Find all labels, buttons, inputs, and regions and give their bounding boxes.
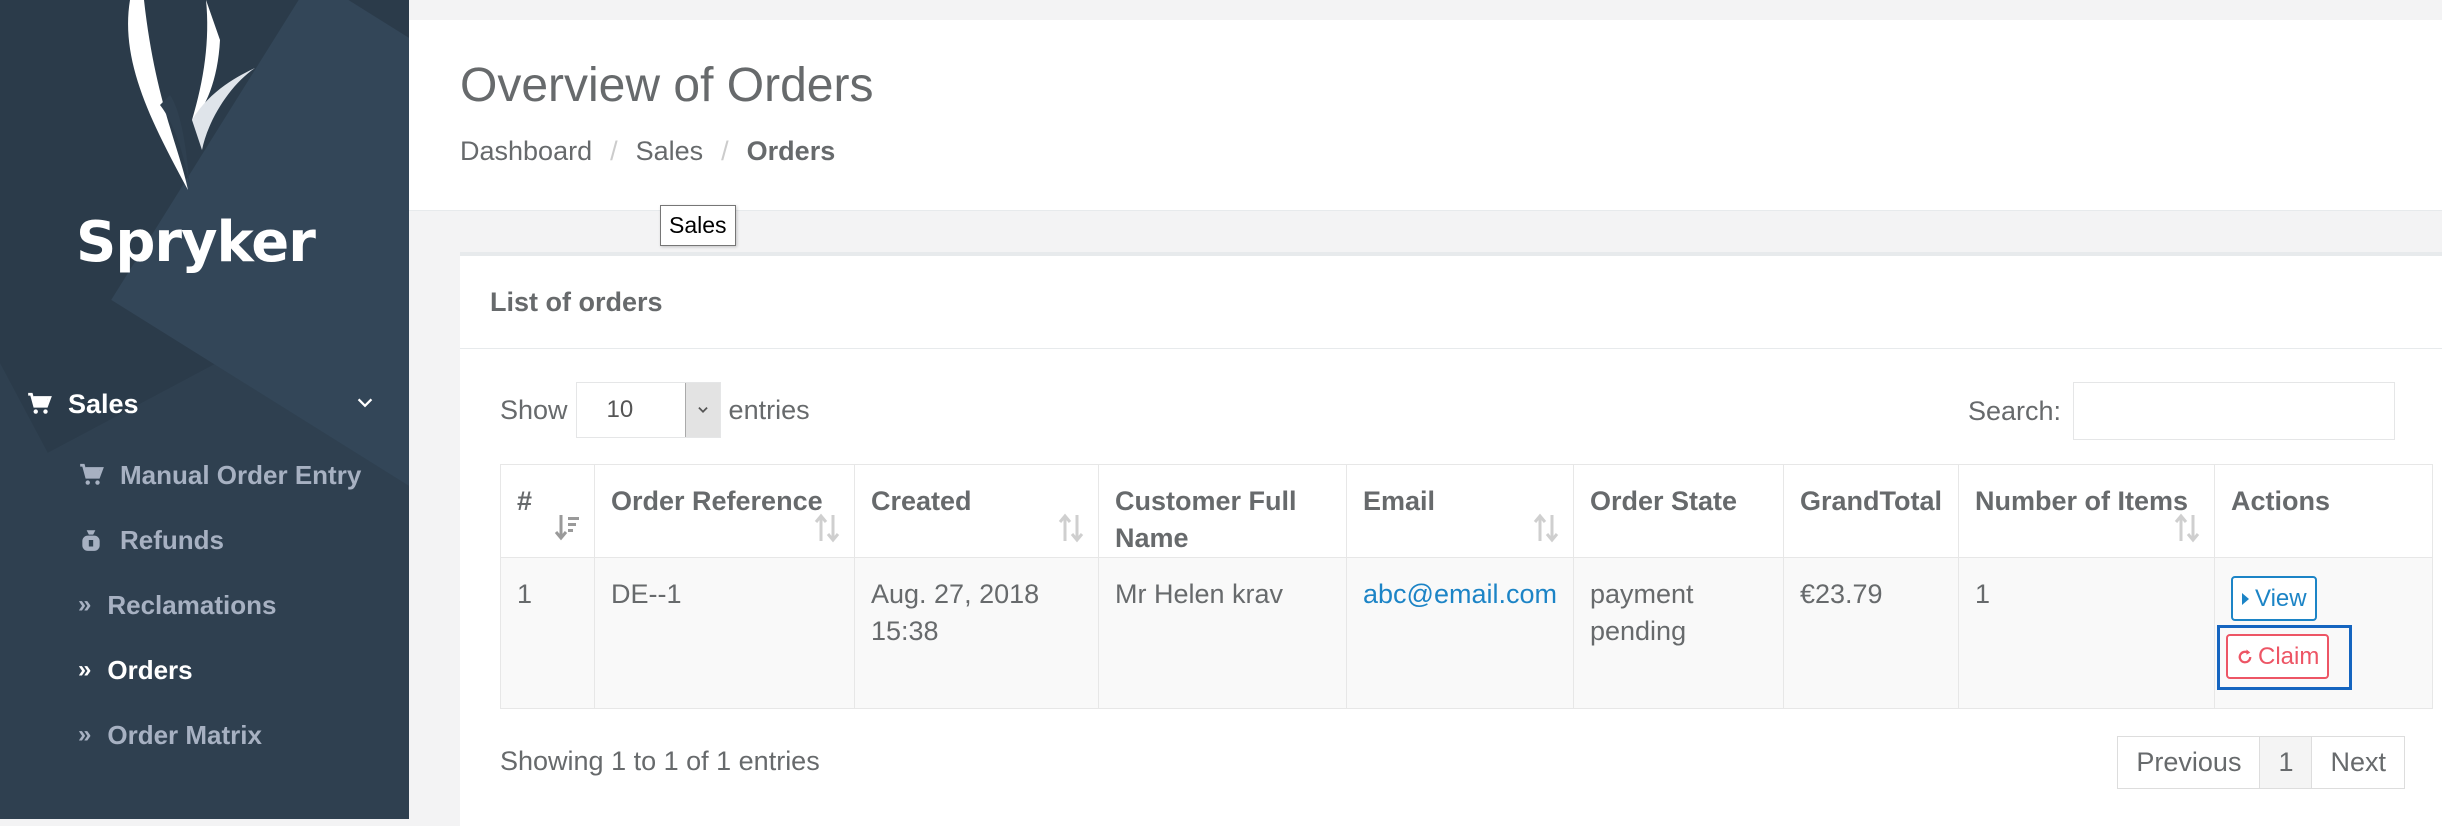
spryker-logo-icon[interactable] (110, 0, 270, 195)
sidebar-item-label: Order Matrix (107, 719, 262, 750)
sidebar-item-manual-order-entry[interactable]: Manual Order Entry (78, 453, 361, 497)
column-header-order-reference[interactable]: Order Reference (594, 464, 855, 558)
column-header-label: Order Reference (611, 486, 823, 516)
cart-icon (80, 463, 104, 485)
page-heading: Overview of Orders Dashboard / Sales / O… (409, 20, 2442, 211)
column-header-created[interactable]: Created (854, 464, 1099, 558)
sidebar-item-label: Orders (107, 654, 193, 685)
panel-title: List of orders (460, 256, 2442, 349)
double-chevron-right-icon: » (78, 656, 92, 683)
cell-order-state: payment pending (1572, 557, 1784, 709)
cell-number-of-items: 1 (1958, 557, 2215, 709)
refresh-icon (2238, 649, 2252, 663)
search-label: Search: (1967, 395, 2061, 426)
sidebar-item-label: Manual Order Entry (120, 459, 362, 490)
cell-actions: View Claim (2214, 557, 2433, 709)
cell-created: Aug. 27, 2018 15:38 (854, 557, 1099, 709)
orders-panel: List of orders Show 10 entries Search: #… (460, 252, 2442, 826)
pagination-page[interactable]: 1 (2259, 736, 2313, 789)
orders-table: # Order Reference Created Customer Full … (500, 464, 2433, 709)
claim-button[interactable]: Claim (2226, 634, 2330, 679)
breadcrumb: Dashboard / Sales / Orders (460, 136, 835, 167)
column-header-label: Actions (2231, 486, 2331, 516)
show-label: Show (500, 394, 568, 425)
column-header-label: Number of Items (1975, 486, 2189, 516)
sidebar: Spryker Sales Manual Order Entry Refunds… (0, 0, 409, 819)
sidebar-item-order-matrix[interactable]: » Order Matrix (78, 713, 262, 757)
column-header-label: # (517, 486, 533, 516)
cell-grandtotal: €23.79 (1782, 557, 1960, 709)
pagination-previous[interactable]: Previous (2117, 736, 2261, 789)
entries-control: Show 10 entries (500, 382, 810, 438)
table-header-row: # Order Reference Created Customer Full … (500, 464, 2433, 558)
sort-icon (1058, 513, 1084, 543)
sort-icon (2174, 513, 2200, 543)
table-info: Showing 1 to 1 of 1 entries (500, 746, 820, 776)
entries-select-value: 10 (606, 396, 634, 423)
chevron-down-icon[interactable] (354, 392, 376, 414)
pagination-next[interactable]: Next (2311, 736, 2405, 789)
sidebar-section-sales[interactable]: Sales (26, 378, 376, 430)
column-header-actions: Actions (2214, 464, 2433, 558)
column-header-label: GrandTotal (1799, 486, 1942, 516)
double-chevron-right-icon: » (78, 721, 92, 748)
breadcrumb-separator: / (610, 136, 618, 166)
table-row: 1 DE--1 Aug. 27, 2018 15:38 Mr Helen kra… (500, 557, 2433, 709)
pagination: Previous 1 Next (2117, 736, 2405, 789)
claim-button-label: Claim (2258, 643, 2320, 670)
breadcrumb-sales[interactable]: Sales (636, 136, 704, 167)
column-header-label: Created (871, 486, 972, 516)
breadcrumb-separator: / (721, 136, 729, 166)
sidebar-section-label: Sales (68, 388, 139, 419)
cell-email: abc@email.com (1346, 557, 1574, 709)
column-header-email[interactable]: Email (1346, 464, 1574, 558)
cell-order-reference: DE--1 (594, 557, 855, 709)
column-header-number-of-items[interactable]: Number of Items (1958, 464, 2215, 558)
sort-icon (814, 513, 840, 543)
column-header-label: Customer Full Name (1115, 486, 1297, 553)
sidebar-item-reclamations[interactable]: » Reclamations (78, 583, 276, 627)
sidebar-item-orders[interactable]: » Orders (78, 648, 193, 692)
caret-right-icon (2242, 592, 2249, 605)
sidebar-item-label: Reclamations (107, 589, 277, 620)
column-header-order-state: Order State (1572, 464, 1784, 558)
cell-number: 1 (500, 557, 595, 709)
view-button-label: View (2255, 585, 2307, 612)
column-header-label: Email (1363, 486, 1436, 516)
cart-icon (28, 392, 52, 414)
sidebar-item-refunds[interactable]: Refunds (78, 518, 224, 562)
top-bar (409, 0, 2442, 21)
tooltip: Sales (660, 205, 736, 246)
breadcrumb-orders: Orders (746, 136, 836, 166)
claim-focus-outline: Claim (2217, 625, 2353, 690)
column-header-number[interactable]: # (500, 464, 595, 558)
money-bag-icon (82, 530, 100, 551)
search-input[interactable] (2073, 382, 2395, 440)
sort-desc-icon (554, 515, 579, 541)
double-chevron-right-icon: » (78, 591, 92, 618)
search-control: Search: (1968, 382, 2395, 440)
view-button[interactable]: View (2231, 576, 2317, 621)
column-header-label: Order State (1589, 486, 1738, 516)
page-title: Overview of Orders (460, 59, 874, 112)
breadcrumb-dashboard[interactable]: Dashboard (460, 136, 592, 167)
sort-icon (1533, 513, 1559, 543)
cell-customer: Mr Helen krav (1098, 557, 1347, 709)
email-link[interactable]: abc@email.com (1363, 579, 1557, 609)
sidebar-item-label: Refunds (120, 524, 224, 555)
entries-select[interactable]: 10 (575, 382, 721, 438)
chevron-down-icon (684, 383, 720, 437)
column-header-customer-full-name: Customer Full Name (1098, 464, 1347, 558)
entries-label: entries (728, 394, 810, 425)
column-header-grandtotal: GrandTotal (1782, 464, 1960, 558)
brand-name: Spryker (76, 210, 316, 275)
